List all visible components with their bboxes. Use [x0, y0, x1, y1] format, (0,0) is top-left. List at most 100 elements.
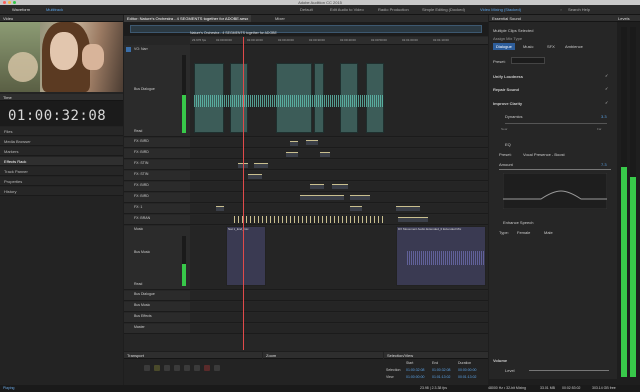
track-header-bus-effects[interactable]: Bus Effects [124, 313, 190, 323]
track-lane-fx[interactable] [190, 204, 488, 214]
nav-markers[interactable]: Markers [0, 147, 123, 156]
track-name[interactable]: Music [134, 227, 143, 231]
tab-editor[interactable]: Editor: Nature's Orchestra - 4 SEGMENTS … [124, 15, 252, 22]
selection-start[interactable]: 01:00:32:08 [406, 368, 425, 372]
nav-files[interactable]: Files [0, 127, 123, 136]
eq-preset-dropdown[interactable]: Vocal Presence - Boost [523, 152, 565, 157]
track-lane-fx[interactable] [190, 182, 488, 192]
play-button[interactable] [154, 365, 160, 371]
tab-mixer[interactable]: Mixer [272, 15, 288, 22]
level-slider[interactable] [529, 370, 609, 371]
section-improve-clarity[interactable]: Improve Clarity [493, 101, 522, 106]
rewind-button[interactable] [174, 365, 180, 371]
section-dynamics[interactable]: Dynamics [505, 114, 523, 119]
selection-duration[interactable]: 00:00:00:00 [458, 368, 477, 372]
playhead[interactable] [243, 37, 244, 350]
multitrack-button[interactable]: Multitrack [46, 7, 63, 13]
zoom-header[interactable]: Zoom [263, 352, 383, 359]
track-lane-music[interactable]: Nat 1_End_mix DX Movement Audio Extended… [190, 226, 488, 290]
track-read-mode[interactable]: Read [134, 282, 142, 286]
track-header-fx[interactable]: FX: 1 [124, 204, 190, 214]
nav-media-browser[interactable]: Media Browser [0, 137, 123, 146]
track-header-fx[interactable]: FX: BIRD [124, 182, 190, 192]
track-name[interactable]: Bus Effects [134, 314, 152, 318]
session-overview[interactable] [124, 22, 488, 36]
track-name[interactable]: FX: BIRD [134, 139, 149, 143]
track-header-bus-music[interactable]: Bus Music [124, 302, 190, 312]
track-header-fx[interactable]: FX: BRAN [124, 215, 190, 225]
video-panel-header[interactable]: Video [0, 15, 123, 22]
track-lane-fx[interactable] [190, 215, 488, 225]
record-button[interactable] [204, 365, 210, 371]
workspace-default[interactable]: Default [300, 7, 313, 13]
track-name[interactable]: FX: STIN [134, 161, 148, 165]
nav-track-panner[interactable]: Track Panner [0, 167, 123, 176]
track-name[interactable]: FX: BIRD [134, 194, 149, 198]
sfx-clip[interactable] [350, 206, 362, 211]
pause-button[interactable] [164, 365, 170, 371]
loop-button[interactable] [214, 365, 220, 371]
dynamics-value[interactable]: 3.3 [601, 114, 607, 119]
time-panel-header[interactable]: Time [0, 94, 123, 101]
section-enhance-speech[interactable]: Enhance Speech [503, 220, 533, 225]
track-lane-vo[interactable] [190, 45, 488, 137]
repair-sound-checkbox[interactable]: ✓ [605, 87, 608, 91]
amount-value[interactable]: 7.3 [601, 162, 607, 167]
tab-music[interactable]: Music [523, 44, 533, 49]
sfx-clip[interactable] [320, 152, 330, 157]
tab-sfx[interactable]: SFX [547, 44, 555, 49]
waveform-button[interactable]: Waveform [12, 7, 30, 13]
essential-sound-header[interactable]: Essential Sound [489, 15, 617, 22]
track-bus[interactable]: Bus Music [134, 250, 150, 254]
section-repair-sound[interactable]: Repair Sound [493, 87, 519, 92]
workspace-simple-editing[interactable]: Simple Editing (Docked) [422, 7, 465, 13]
dynamics-slider[interactable] [505, 123, 607, 124]
unify-loudness-checkbox[interactable]: ✓ [605, 74, 608, 78]
sfx-clip[interactable] [216, 206, 224, 211]
track-name[interactable]: FX: STIN [134, 172, 148, 176]
track-header-fx[interactable]: FX: BIRD [124, 149, 190, 159]
track-header-music[interactable]: Music Bus Music Read [124, 226, 190, 290]
sfx-clip[interactable] [332, 184, 348, 189]
track-name[interactable]: FX: 1 [134, 205, 142, 209]
view-end[interactable]: 01:01:13:02 [432, 375, 451, 379]
sfx-clip[interactable] [248, 174, 262, 179]
track-header-vo[interactable]: VO: Narr Bus Dialogue Read [124, 45, 190, 137]
levels-header[interactable]: Levels [617, 15, 640, 22]
sfx-clip[interactable] [290, 141, 298, 146]
fast-forward-button[interactable] [184, 365, 190, 371]
improve-clarity-checkbox[interactable]: ✓ [605, 101, 608, 105]
search-help-field[interactable]: Search Help [568, 7, 590, 13]
track-lane-fx[interactable] [190, 160, 488, 170]
section-unify-loudness[interactable]: Unify Loudness [493, 74, 523, 79]
track-lane-fx[interactable] [190, 149, 488, 159]
music-clip[interactable]: Nat 1_End_mix [226, 226, 266, 286]
sfx-clip[interactable] [398, 217, 428, 222]
track-name[interactable]: FX: BIRD [134, 150, 149, 154]
selection-end[interactable]: 01:00:32:08 [432, 368, 451, 372]
stop-button[interactable] [144, 365, 150, 371]
go-to-end-button[interactable] [194, 365, 200, 371]
track-name[interactable]: VO: Narr [134, 47, 148, 51]
track-header-fx[interactable]: FX: BIRD [124, 193, 190, 203]
sfx-clip[interactable] [286, 152, 298, 157]
workspace-radio-production[interactable]: Radio Production [378, 7, 409, 13]
sfx-clip[interactable] [306, 140, 318, 145]
tab-dialogue[interactable]: Dialogue [493, 43, 515, 50]
nav-history[interactable]: History [0, 187, 123, 196]
workspace-edit-audio-to-video[interactable]: Edit Audio to Video [330, 7, 364, 13]
sfx-clip-cluster[interactable] [234, 216, 384, 223]
preset-dropdown[interactable] [511, 57, 545, 64]
timeline-ruler[interactable]: 23.976 fps 01:00:00:00 01:00:10:00 01:00… [190, 37, 488, 45]
track-name[interactable]: Bus Music [134, 303, 150, 307]
search-icon[interactable]: ⌕ [560, 7, 562, 13]
track-header-bus-dialogue[interactable]: Bus Dialogue [124, 291, 190, 301]
nav-properties[interactable]: Properties [0, 177, 123, 186]
music-clip[interactable]: DX Movement Audio Extended_0 Extended Mi… [396, 226, 486, 286]
sfx-clip[interactable] [396, 206, 420, 211]
male-option[interactable]: Male [544, 230, 553, 235]
sfx-clip[interactable] [254, 163, 268, 168]
sfx-clip[interactable] [310, 184, 324, 189]
overview-range[interactable] [130, 25, 482, 33]
section-volume[interactable]: Volume [493, 358, 507, 363]
